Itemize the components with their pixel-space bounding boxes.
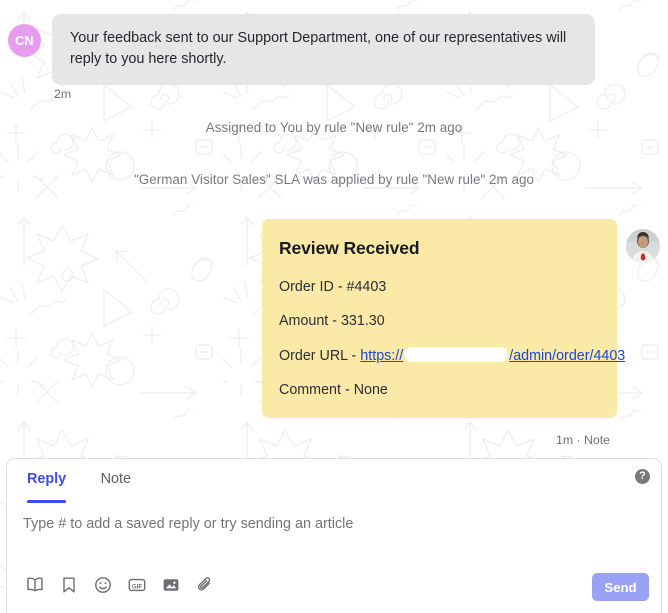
note-card: Review Received Order ID - #4403 Amount … bbox=[262, 219, 625, 418]
message-composer: Reply Note ? Type # to add a saved reply… bbox=[6, 458, 662, 613]
send-button[interactable]: Send bbox=[592, 573, 649, 601]
message-input[interactable] bbox=[23, 516, 643, 532]
image-icon[interactable] bbox=[160, 574, 182, 596]
book-icon[interactable] bbox=[24, 574, 46, 596]
avatar-initials: CN bbox=[8, 24, 41, 57]
note-row-comment: Comment - None bbox=[279, 382, 599, 398]
note-row-amount: Amount - 331.30 bbox=[279, 313, 599, 329]
note-label-comment: Comment - bbox=[279, 382, 354, 398]
note-row-order-url: Order URL - https:// /admin/order/4403 bbox=[279, 347, 625, 364]
redaction-bar bbox=[404, 347, 509, 362]
tab-note[interactable]: Note bbox=[101, 459, 131, 500]
bookmark-icon[interactable] bbox=[58, 574, 80, 596]
composer-toolbar: GIF Send bbox=[7, 558, 661, 613]
gif-icon[interactable]: GIF bbox=[126, 574, 148, 596]
note-title: Review Received bbox=[279, 238, 420, 258]
note-value-amount: 331.30 bbox=[340, 313, 385, 329]
note-timestamp: 1m · Note bbox=[556, 433, 610, 447]
note-label-order-id: Order ID - bbox=[279, 279, 347, 295]
composer-tool-icons: GIF bbox=[24, 574, 216, 596]
message-thread: CN Your feedback sent to our Support Dep… bbox=[0, 0, 668, 460]
incoming-message-bubble: Your feedback sent to our Support Depart… bbox=[52, 14, 595, 86]
note-row-order-id: Order ID - #4403 bbox=[279, 279, 599, 295]
note-value-order-id: #4403 bbox=[346, 279, 387, 295]
svg-text:GIF: GIF bbox=[132, 583, 143, 590]
avatar-photo bbox=[626, 229, 660, 263]
composer-tabs: Reply Note ? bbox=[7, 459, 661, 503]
tab-reply[interactable]: Reply bbox=[27, 459, 67, 503]
system-event-assigned: Assigned to You by rule "New rule" 2m ag… bbox=[205, 120, 463, 135]
note-value-comment: None bbox=[353, 382, 388, 398]
emoji-icon[interactable] bbox=[92, 574, 114, 596]
help-icon[interactable]: ? bbox=[635, 469, 650, 484]
note-label-amount: Amount - bbox=[279, 313, 341, 329]
order-url-prefix: https:// bbox=[360, 348, 404, 364]
order-url-link[interactable]: https:// /admin/order/4403 bbox=[360, 347, 626, 364]
attachment-icon[interactable] bbox=[194, 574, 216, 596]
system-event-sla: "German Visitor Sales" SLA was applied b… bbox=[133, 172, 535, 187]
note-label-order-url: Order URL - bbox=[279, 348, 361, 364]
message-timestamp: 2m bbox=[54, 87, 72, 101]
chat-conversation-panel: CN Your feedback sent to our Support Dep… bbox=[0, 0, 668, 613]
order-url-suffix: /admin/order/4403 bbox=[509, 348, 626, 364]
